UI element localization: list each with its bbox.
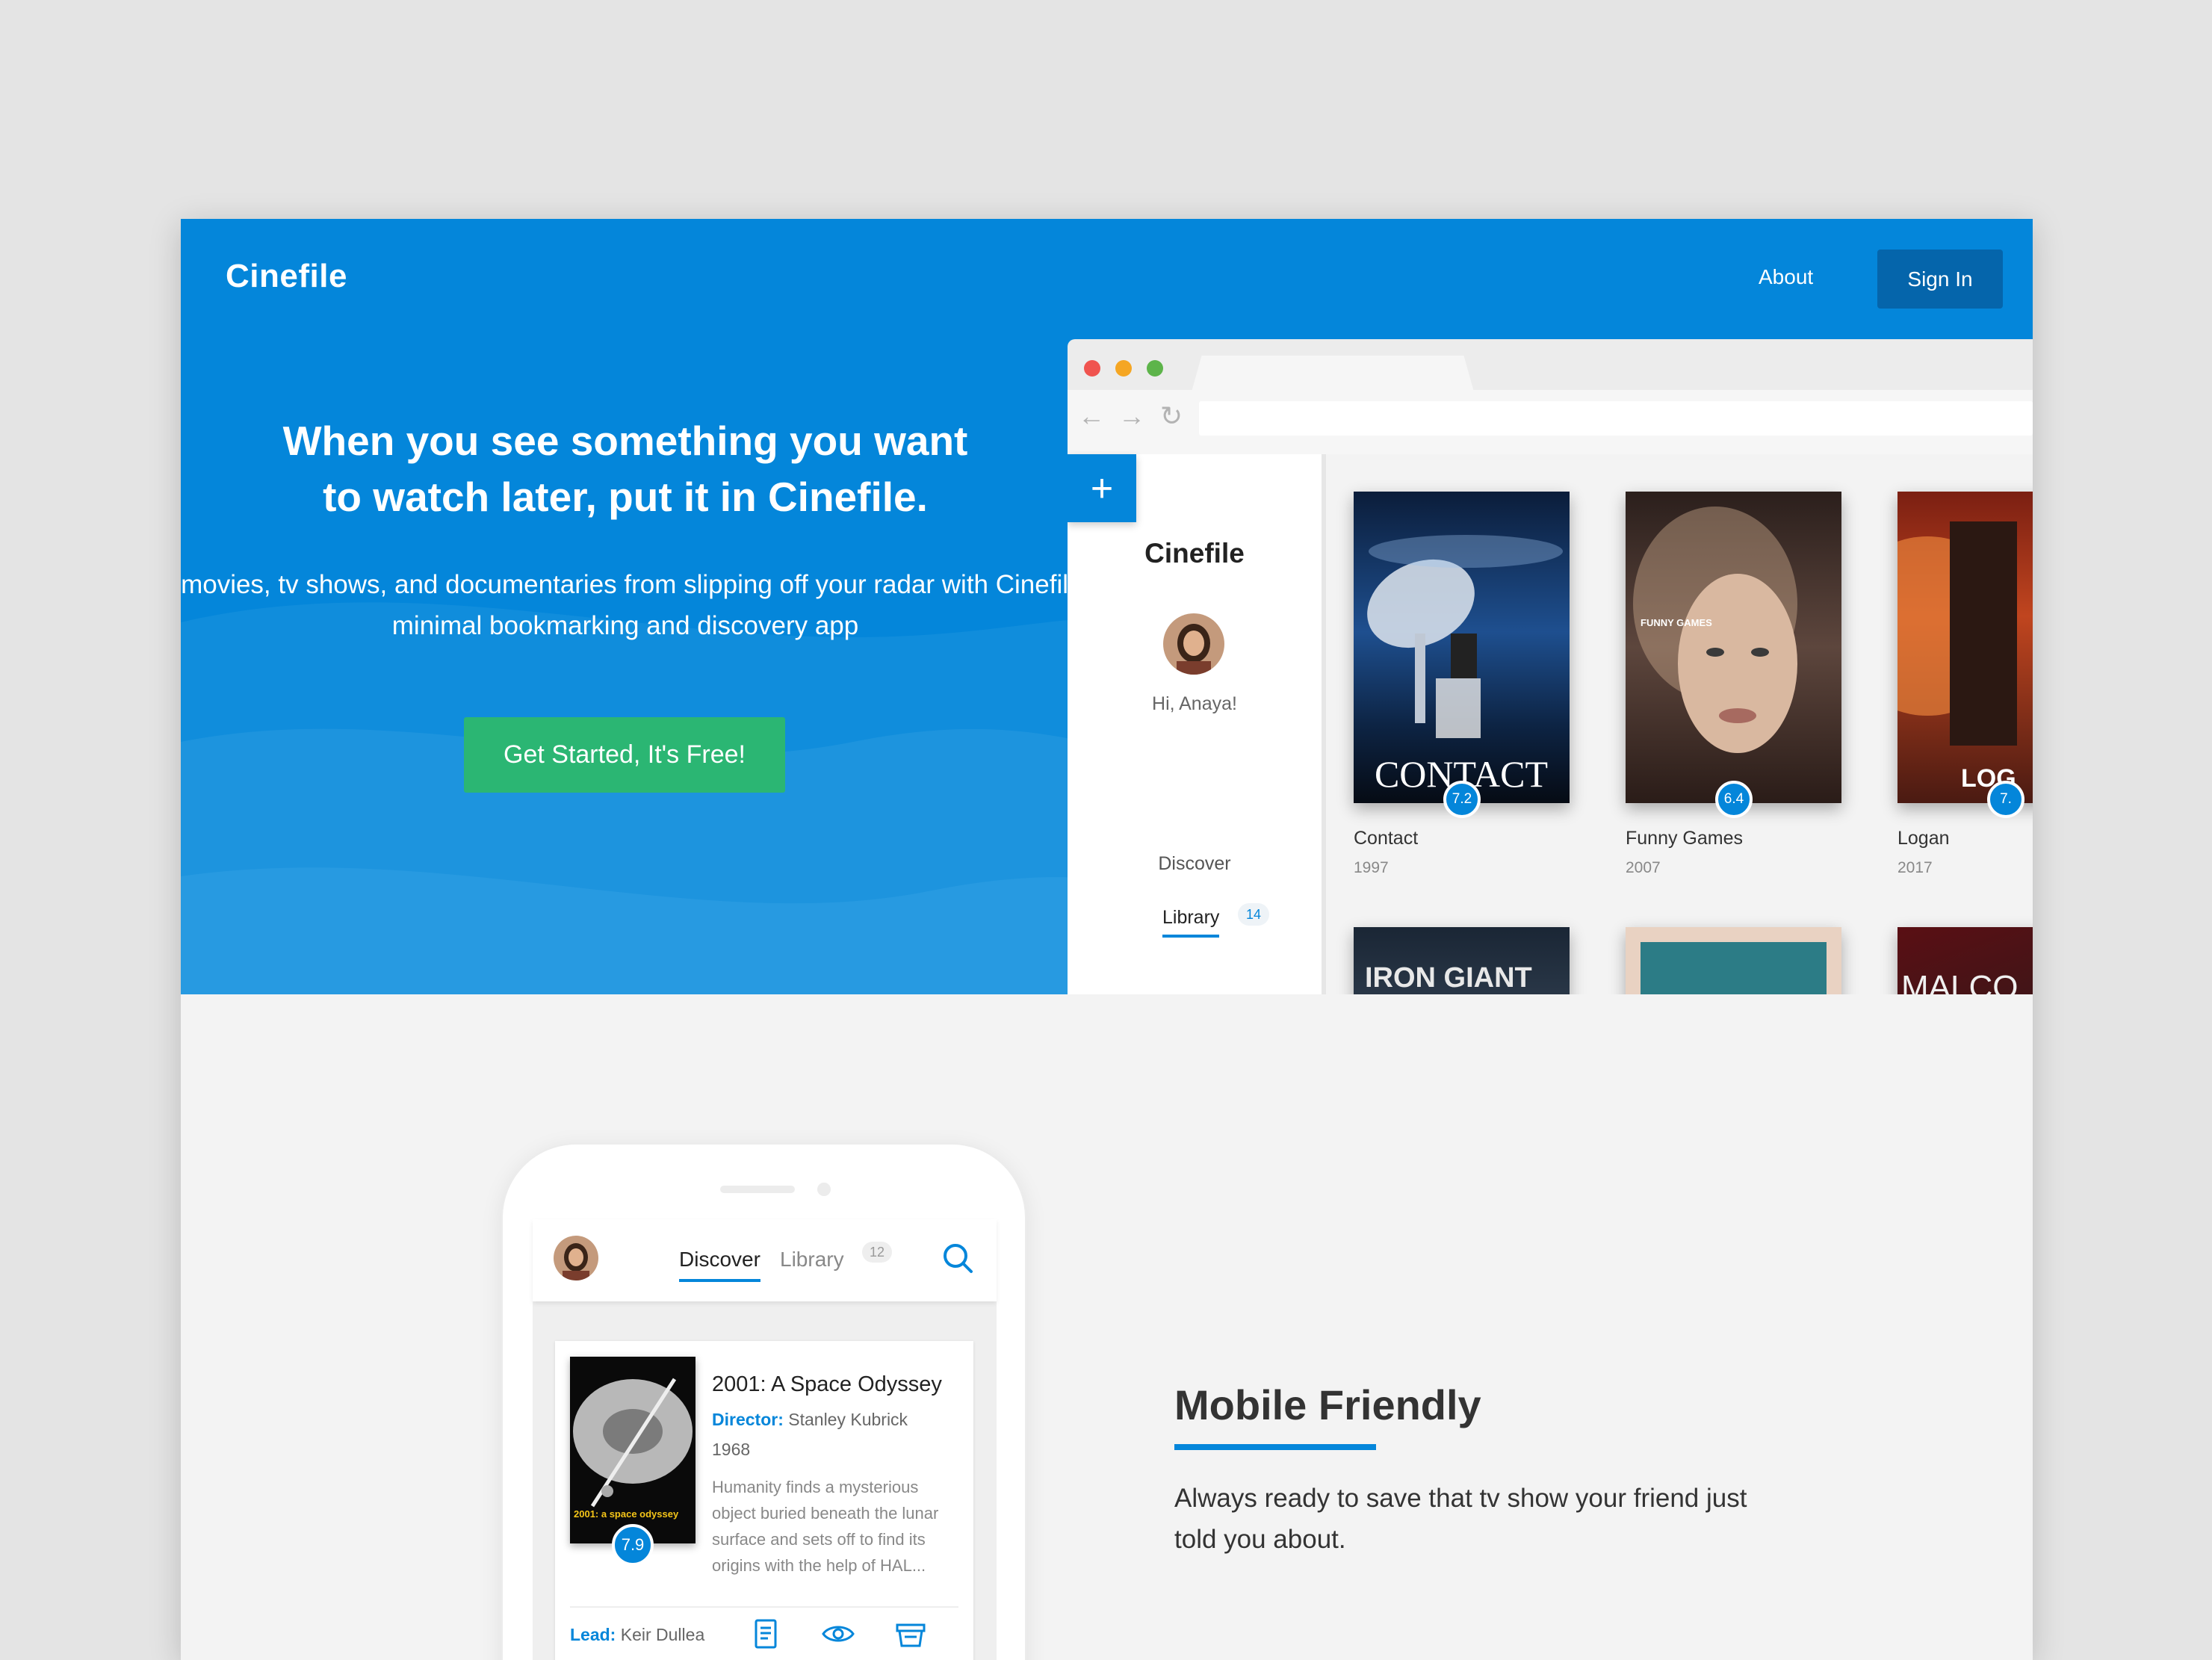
- add-to-library-box-icon[interactable]: [893, 1616, 929, 1652]
- movie-poster-contact: CONTACT: [1354, 492, 1570, 803]
- browser-tab: [1187, 356, 1478, 408]
- tab-discover[interactable]: Discover: [679, 1248, 760, 1282]
- forward-arrow-icon: →: [1118, 400, 1145, 431]
- minimize-dot-icon: [1115, 360, 1132, 377]
- get-started-button[interactable]: Get Started, It's Free!: [464, 717, 785, 793]
- hero-title: When you see something you want to watch…: [181, 413, 1159, 525]
- hero-title-line2: to watch later, put it in Cinefile.: [323, 474, 928, 520]
- rating-badge-logan: 7.: [1987, 781, 2024, 818]
- movie-director: Director: Stanley Kubrick: [712, 1410, 908, 1430]
- director-label: Director:: [712, 1410, 784, 1429]
- rating-badge-contact: 7.2: [1443, 781, 1481, 818]
- hero-title-line1: When you see something you want: [282, 418, 968, 464]
- movie-lead: Lead: Keir Dullea: [570, 1625, 704, 1645]
- feature-title: Mobile Friendly: [1174, 1381, 1481, 1428]
- movie-poster-malcolm: MALCO: [1897, 927, 2033, 994]
- rating-badge-funny-games: 6.4: [1715, 781, 1753, 818]
- mobile-header: Discover Library 12: [533, 1219, 997, 1301]
- url-bar: [1199, 401, 2033, 436]
- greeting-text: Hi, Anaya!: [1152, 693, 1237, 714]
- phone-camera: [817, 1183, 831, 1196]
- poster-title-2001: 2001: a space odyssey: [574, 1508, 679, 1520]
- movie-year-logan: 2017: [1897, 859, 1933, 876]
- library-count-badge: 12: [862, 1242, 892, 1263]
- nav-about-link[interactable]: About: [1759, 265, 1813, 289]
- hero-section: Cinefile About Sign In When you see some…: [181, 219, 2033, 994]
- movie-poster-iron-giant: IRON GIANT: [1354, 927, 1570, 994]
- library-count-badge: 14: [1238, 903, 1269, 926]
- maximize-dot-icon: [1147, 360, 1163, 377]
- poster-title-funny-games: FUNNY GAMES: [1641, 617, 1712, 628]
- feature-underline: [1174, 1444, 1376, 1450]
- movie-poster-logan: LOG: [1897, 492, 2033, 803]
- movie-title: 2001: A Space Odyssey: [712, 1372, 942, 1396]
- sign-in-button[interactable]: Sign In: [1877, 250, 2003, 309]
- movie-poster-2001: 2001: a space odyssey: [570, 1357, 695, 1543]
- sidebar-item-discover: Discover: [1158, 853, 1231, 874]
- plus-icon: +: [1068, 454, 1136, 522]
- landing-page-frame: Cinefile About Sign In When you see some…: [181, 219, 2033, 1660]
- movie-card[interactable]: 2001: a space odyssey 7.9 2001: A Space …: [555, 1341, 973, 1660]
- browser-mockup: ← → ↻ + Cinefile Hi, Anaya! Discover Lib…: [1068, 339, 2033, 994]
- avatar: [1163, 613, 1224, 675]
- poster-title-malcolm: MALCO: [1901, 969, 2018, 994]
- movie-poster-funny-games: FUNNY GAMES: [1626, 492, 1841, 803]
- tab-library[interactable]: Library: [780, 1248, 844, 1272]
- movie-year: 1968: [712, 1440, 751, 1459]
- feature-text: Always ready to save that tv show your f…: [1174, 1484, 1747, 1554]
- reload-icon: ↻: [1160, 400, 1183, 431]
- phone-screen: Discover Library 12 2001: a space odysse…: [533, 1219, 997, 1660]
- brand-logo[interactable]: Cinefile: [226, 258, 347, 295]
- avatar[interactable]: [554, 1236, 598, 1280]
- hero-subtitle: Keep movies, tv shows, and documentaries…: [181, 570, 1138, 640]
- movie-title-funny-games: Funny Games: [1626, 828, 1744, 849]
- movie-title-contact: Contact: [1354, 828, 1419, 849]
- close-dot-icon: [1084, 360, 1100, 377]
- movie-year-funny-games: 2007: [1626, 859, 1661, 876]
- director-name: Stanley Kubrick: [788, 1410, 908, 1429]
- movie-grid: CONTACT 7.2 Contact 1997 FUNNY GAMES 6.4…: [1326, 454, 2033, 994]
- lead-name: Keir Dullea: [620, 1625, 705, 1644]
- movie-poster-teal: [1626, 927, 1841, 994]
- poster-title-iron-giant: IRON GIANT: [1365, 962, 1532, 994]
- app-brand: Cinefile: [1144, 538, 1245, 569]
- phone-speaker: [720, 1186, 795, 1193]
- sidebar-item-library: Library: [1162, 907, 1220, 938]
- watched-eye-icon[interactable]: [820, 1616, 856, 1652]
- back-arrow-icon: ←: [1078, 400, 1105, 431]
- card-divider: [570, 1606, 958, 1608]
- details-document-icon[interactable]: [748, 1616, 784, 1652]
- movie-description: Humanity finds a mysterious object burie…: [712, 1478, 939, 1575]
- search-icon[interactable]: [940, 1240, 976, 1276]
- movie-year-contact: 1997: [1354, 859, 1389, 876]
- phone-mockup: Discover Library 12 2001: a space odysse…: [501, 1143, 1026, 1660]
- rating-badge-2001: 7.9: [612, 1524, 654, 1566]
- lead-label: Lead:: [570, 1625, 616, 1644]
- movie-title-logan: Logan: [1897, 828, 1950, 849]
